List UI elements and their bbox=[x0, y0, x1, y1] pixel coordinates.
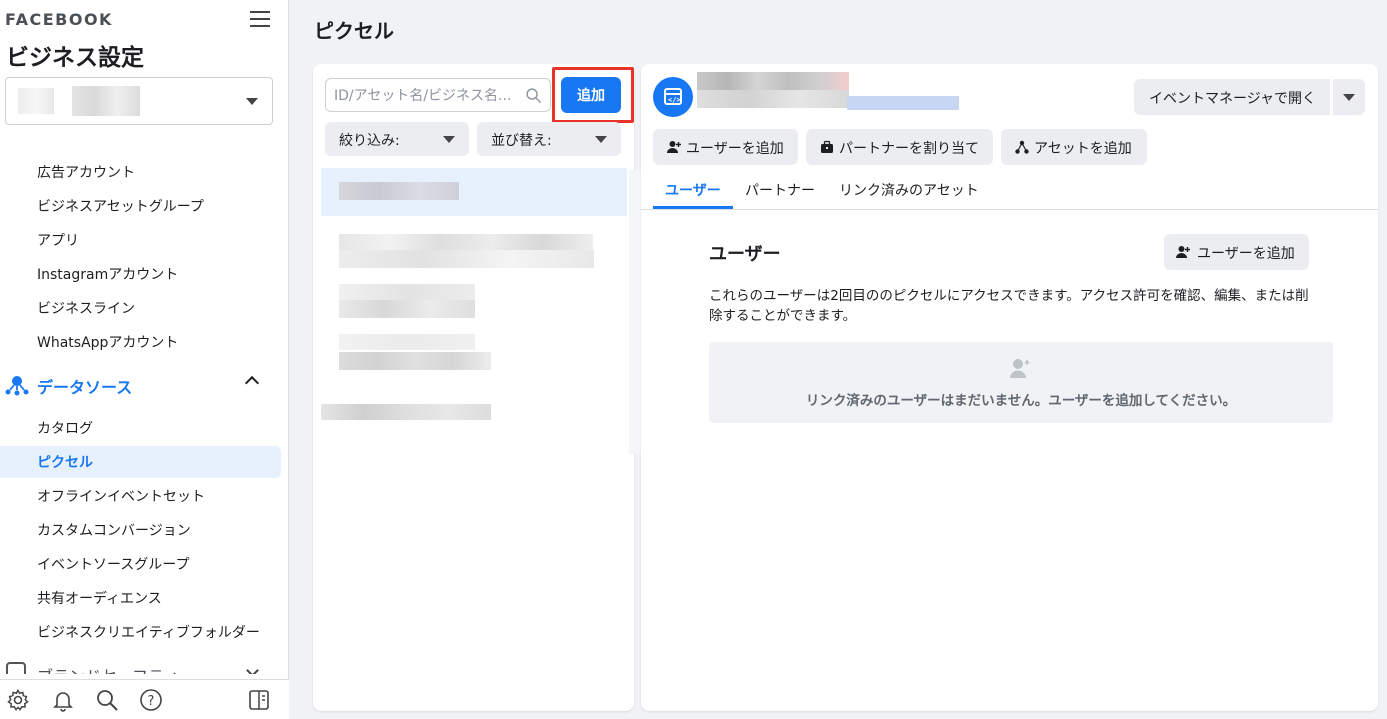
sidebar-item-custom-conversions[interactable]: カスタムコンバージョン bbox=[37, 520, 191, 540]
button-label: アセットを追加 bbox=[1034, 141, 1132, 157]
sidebar-item-ad-accounts[interactable]: 広告アカウント bbox=[37, 162, 135, 182]
svg-text:?: ? bbox=[148, 694, 155, 709]
business-name-redacted bbox=[72, 86, 140, 116]
sidebar-item-event-source-groups[interactable]: イベントソースグループ bbox=[37, 554, 189, 574]
asset-nodes-icon bbox=[1015, 140, 1029, 154]
sidebar-item-pixels[interactable]: ピクセル bbox=[37, 452, 93, 472]
button-label: ユーザーを追加 bbox=[1197, 246, 1295, 262]
redacted-text bbox=[321, 404, 491, 420]
sidebar-footer: ? bbox=[0, 679, 289, 719]
pixel-list-item[interactable] bbox=[321, 230, 627, 274]
pixel-detail-panel: </> イベントマネージャで開く ユーザーを追加 パートナーを割り当て アセット… bbox=[641, 64, 1378, 711]
add-user-icon bbox=[1010, 359, 1030, 378]
sidebar-item-business-lines[interactable]: ビジネスライン bbox=[37, 298, 135, 318]
facebook-brand: FACEBOOK bbox=[5, 10, 113, 29]
add-user-icon bbox=[1176, 246, 1190, 258]
briefcase-icon bbox=[821, 140, 833, 153]
business-logo-redacted bbox=[18, 88, 54, 114]
tab-linked-assets[interactable]: リンク済みのアセット bbox=[839, 180, 979, 200]
pixel-list-item[interactable] bbox=[321, 402, 627, 424]
business-selector[interactable] bbox=[5, 77, 273, 125]
chevron-down-icon bbox=[443, 136, 455, 143]
pixel-list-panel: 追加 絞り込み: 並び替え: bbox=[313, 64, 643, 711]
bell-icon[interactable] bbox=[51, 688, 75, 712]
help-icon[interactable]: ? bbox=[139, 688, 163, 712]
sidebar-item-business-asset-groups[interactable]: ビジネスアセットグループ bbox=[37, 196, 204, 216]
tab-partners[interactable]: パートナー bbox=[745, 180, 815, 200]
button-label: イベントマネージャで開く bbox=[1149, 91, 1317, 107]
chevron-up-icon bbox=[244, 375, 260, 391]
gear-icon[interactable] bbox=[6, 688, 30, 712]
sidebar-item-whatsapp-accounts[interactable]: WhatsAppアカウント bbox=[37, 332, 178, 352]
business-settings-title: ビジネス設定 bbox=[6, 45, 144, 71]
add-user-button[interactable]: ユーザーを追加 bbox=[653, 129, 798, 165]
button-label: ユーザーを追加 bbox=[686, 141, 784, 157]
sidebar-item-business-creative-folders[interactable]: ビジネスクリエイティブフォルダー bbox=[37, 622, 260, 642]
sidebar-item-shared-audiences[interactable]: 共有オーディエンス bbox=[37, 588, 162, 608]
redacted-text bbox=[339, 182, 459, 200]
section-title: ユーザー bbox=[709, 244, 781, 265]
open-in-event-manager-button[interactable]: イベントマネージャで開く bbox=[1134, 79, 1330, 115]
sort-label: 並び替え: bbox=[491, 133, 552, 149]
add-asset-button[interactable]: アセットを追加 bbox=[1001, 129, 1147, 165]
chevron-down-icon bbox=[595, 136, 607, 143]
event-manager-dropdown-button[interactable] bbox=[1333, 79, 1365, 115]
code-window-icon: </> bbox=[664, 88, 682, 105]
sidebar: FACEBOOK ビジネス設定 広告アカウント ビジネスアセットグループ アプリ… bbox=[0, 0, 289, 719]
search-box[interactable] bbox=[325, 78, 551, 112]
page-title: ピクセル bbox=[314, 19, 394, 43]
section-description: これらのユーザーは2回目ののピクセルにアクセスできます。アクセス許可を確認、編集… bbox=[709, 288, 1309, 324]
redacted-text bbox=[339, 250, 594, 268]
chevron-down-icon bbox=[246, 664, 259, 674]
search-icon[interactable] bbox=[95, 688, 119, 712]
sidebar-section-data-sources[interactable]: データソース bbox=[0, 368, 289, 402]
pixel-list-item[interactable] bbox=[321, 284, 627, 320]
menu-icon[interactable] bbox=[250, 11, 270, 29]
search-icon bbox=[526, 88, 542, 104]
empty-state-text: リンク済みのユーザーはまだいません。ユーザーを追加してください。 bbox=[805, 393, 1237, 409]
filter-dropdown[interactable]: 絞り込み: bbox=[325, 122, 469, 156]
tab-users[interactable]: ユーザー bbox=[665, 180, 721, 200]
search-input[interactable] bbox=[334, 86, 514, 106]
pixel-list-item-selected[interactable] bbox=[321, 168, 627, 216]
redacted-text bbox=[339, 300, 475, 318]
button-label: パートナーを割り当て bbox=[839, 141, 979, 157]
sidebar-item-apps[interactable]: アプリ bbox=[37, 230, 79, 250]
pixel-list-item[interactable] bbox=[321, 334, 627, 370]
sidebar-section-label: データソース bbox=[37, 378, 133, 397]
add-user-icon bbox=[667, 141, 681, 153]
sidebar-item-offline-event-sets[interactable]: オフラインイベントセット bbox=[37, 486, 205, 506]
panel-toggle-icon[interactable] bbox=[247, 688, 271, 712]
assign-partner-button[interactable]: パートナーを割り当て bbox=[806, 129, 993, 165]
filter-label: 絞り込み: bbox=[339, 133, 400, 149]
redacted-text bbox=[339, 352, 491, 370]
shield-icon bbox=[6, 662, 26, 674]
sidebar-item-instagram-accounts[interactable]: Instagramアカウント bbox=[37, 264, 178, 284]
sidebar-section-brand-safety[interactable]: ブランドセーフティ bbox=[0, 660, 289, 674]
divider bbox=[641, 209, 1378, 210]
sidebar-section-label: ブランドセーフティ bbox=[37, 663, 179, 674]
chevron-down-icon bbox=[1343, 94, 1355, 101]
data-sources-icon bbox=[5, 376, 29, 396]
section-add-user-button[interactable]: ユーザーを追加 bbox=[1164, 234, 1309, 270]
add-pixel-button[interactable]: 追加 bbox=[561, 77, 621, 113]
sidebar-item-catalogs[interactable]: カタログ bbox=[37, 418, 93, 438]
empty-state: リンク済みのユーザーはまだいません。ユーザーを追加してください。 bbox=[709, 342, 1333, 423]
pixel-icon: </> bbox=[653, 77, 693, 117]
chevron-down-icon bbox=[246, 98, 258, 105]
redacted-text bbox=[339, 334, 475, 350]
sort-dropdown[interactable]: 並び替え: bbox=[477, 122, 621, 156]
